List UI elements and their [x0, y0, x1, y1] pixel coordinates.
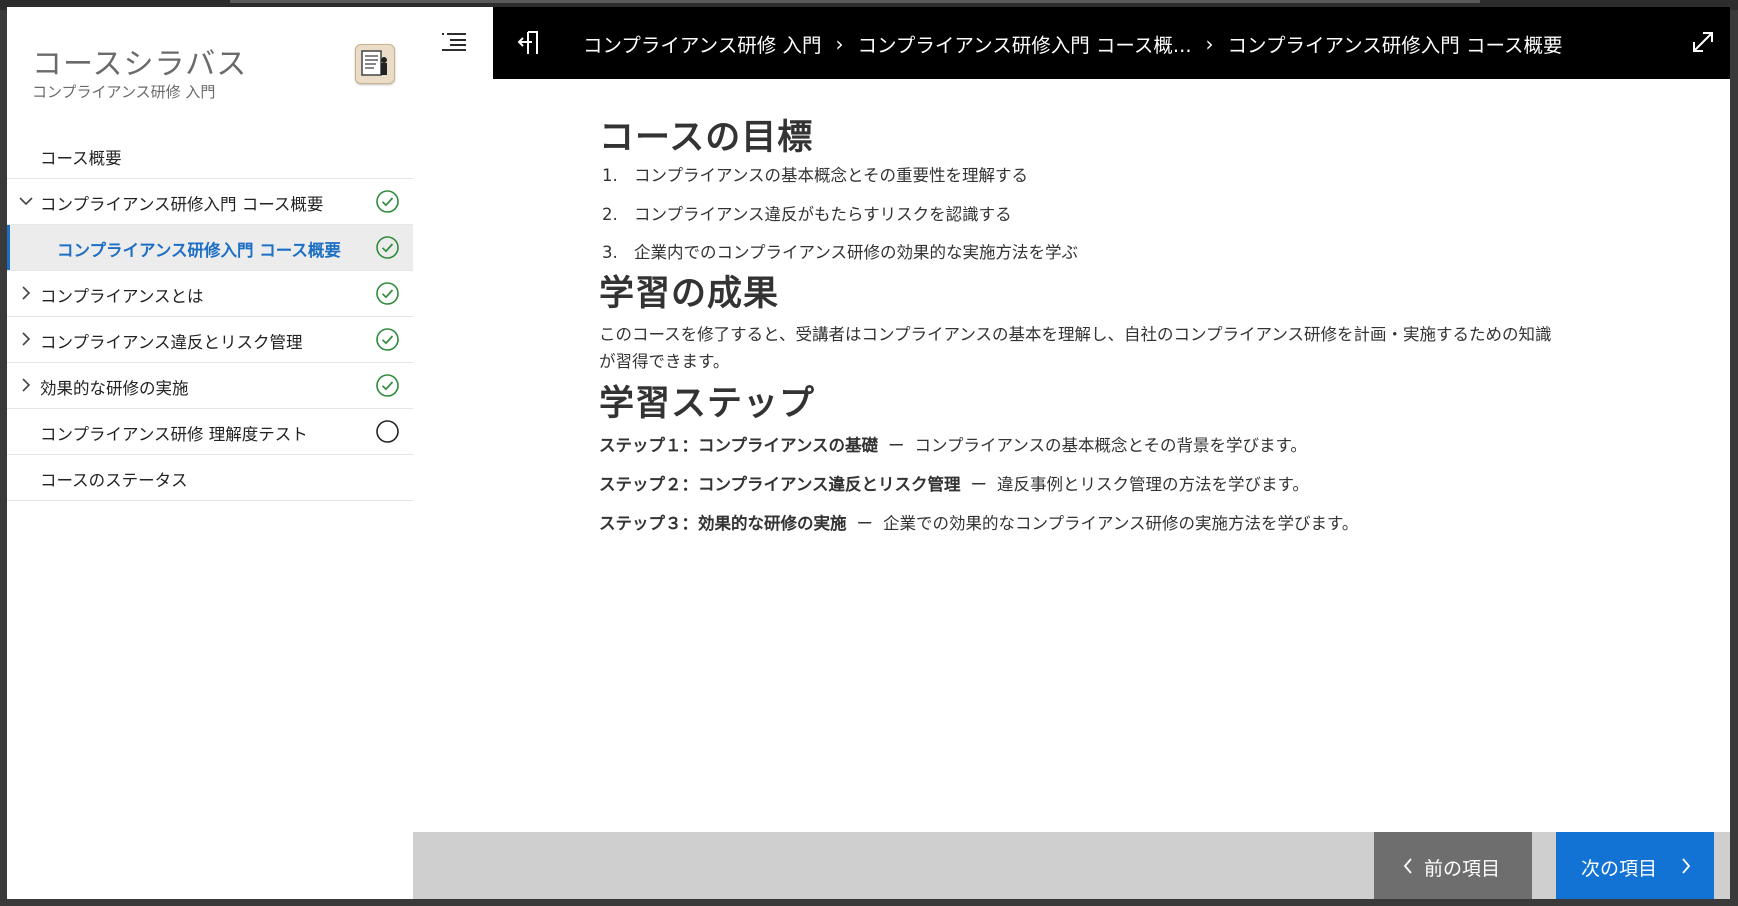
goal-item: 3. 企業内でのコンプライアンス研修の効果的な実施方法を学ぶ [599, 242, 1559, 264]
breadcrumb-section[interactable]: コンプライアンス研修入門 コース概... [857, 29, 1191, 58]
nav-item-course-status[interactable]: コースのステータス [7, 455, 413, 501]
nav-item-violations-risk[interactable]: コンプライアンス違反とリスク管理 [7, 317, 413, 363]
nav-item-comprehension-test[interactable]: コンプライアンス研修 理解度テスト [7, 409, 413, 455]
step-description: 違反事例とリスク管理の方法を学びます。 [997, 475, 1309, 494]
step-title: ステップ３：効果的な研修の実施 [599, 514, 847, 533]
nav-item-label: コンプライアンス違反とリスク管理 [40, 333, 303, 352]
empty-circle-icon [376, 420, 399, 443]
goal-item: 1. コンプライアンスの基本概念とその重要性を理解する [599, 165, 1559, 187]
top-bar: コンプライアンス研修 入門 › コンプライアンス研修入門 コース概... › コ… [413, 7, 1730, 79]
check-circle-icon [376, 374, 399, 397]
outcome-text: このコースを修了すると、受講者はコンプライアンスの基本を理解し、自社のコンプライ… [599, 325, 1552, 371]
step-dash: ー [888, 436, 905, 455]
nav-item-label: コンプライアンス研修入門 コース概要 [57, 241, 341, 260]
step-title: ステップ２：コンプライアンス違反とリスク管理 [599, 475, 961, 494]
step-dash: ー [970, 475, 988, 494]
nav-item-label: コースのステータス [40, 471, 188, 490]
steps-list: ステップ１：コンプライアンスの基礎ーコンプライアンスの基本概念とその背景を学びま… [599, 435, 1559, 535]
nav-item-label: コンプライアンス研修 理解度テスト [40, 425, 308, 444]
background-window-edge [230, 0, 1480, 3]
next-item-label: 次の項目 [1581, 858, 1658, 880]
menu-list-icon [442, 33, 466, 51]
sidebar-header: コースシラバス コンプライアンス研修 入門 [7, 7, 413, 117]
chevron-right-icon[interactable] [17, 330, 35, 348]
chevron-left-icon [1403, 858, 1412, 874]
sidebar-course-name: コンプライアンス研修 入門 [32, 83, 216, 101]
sidebar-title: コースシラバス [32, 47, 248, 82]
breadcrumb-separator: › [1205, 31, 1214, 56]
chevron-down-icon[interactable] [17, 192, 35, 210]
goal-text: 企業内でのコンプライアンス研修の効果的な実施方法を学ぶ [634, 243, 1079, 262]
goal-number: 1. [602, 166, 618, 185]
course-player-window: コースシラバス コンプライアンス研修 入門 コース概要 コンプライアンス研修入門… [7, 7, 1730, 899]
step-title: ステップ１：コンプライアンスの基礎 [599, 436, 879, 455]
step-item: ステップ３：効果的な研修の実施ー企業での効果的なコンプライアンス研修の実施方法を… [599, 513, 1559, 535]
nav-item-what-is-compliance[interactable]: コンプライアンスとは [7, 271, 413, 317]
nav-item-course-overview[interactable]: コース概要 [7, 133, 413, 179]
goal-text: コンプライアンス違反がもたらすリスクを認識する [634, 205, 1012, 224]
previous-item-label: 前の項目 [1424, 858, 1501, 880]
nav-item-label: 効果的な研修の実施 [40, 379, 189, 398]
check-circle-icon [376, 190, 399, 213]
exit-icon[interactable] [515, 27, 545, 59]
nav-item-label: コンプライアンス研修入門 コース概要 [40, 195, 324, 214]
next-item-button[interactable]: 次の項目 [1556, 832, 1714, 899]
nav-item-label: コース概要 [40, 149, 122, 168]
outcome-heading: 学習の成果 [599, 274, 780, 314]
goal-number: 3. [602, 243, 618, 262]
previous-item-button[interactable]: 前の項目 [1374, 832, 1532, 899]
nav-item-effective-training[interactable]: 効果的な研修の実施 [7, 363, 413, 409]
goal-number: 2. [602, 205, 618, 224]
step-description: コンプライアンスの基本概念とその背景を学びます。 [914, 436, 1307, 455]
nav-item-label: コンプライアンスとは [40, 287, 204, 306]
breadcrumb-current-page: コンプライアンス研修入門 コース概要 [1227, 34, 1563, 57]
lesson-body: コースの目標 1. コンプライアンスの基本概念とその重要性を理解する 2. コンプラ… [599, 117, 1559, 535]
course-syllabus-sidebar: コースシラバス コンプライアンス研修 入門 コース概要 コンプライアンス研修入門… [7, 7, 414, 899]
goal-item: 2. コンプライアンス違反がもたらすリスクを認識する [599, 204, 1559, 226]
check-circle-icon [376, 236, 399, 259]
goals-heading: コースの目標 [599, 118, 814, 158]
syllabus-nav: コース概要 コンプライアンス研修入門 コース概要 コンプライアンス研修入門 コー… [7, 133, 413, 501]
lesson-content: コースの目標 1. コンプライアンスの基本概念とその重要性を理解する 2. コンプラ… [413, 79, 1730, 832]
nav-item-intro-overview-current[interactable]: コンプライアンス研修入門 コース概要 [7, 225, 413, 271]
step-item: ステップ２：コンプライアンス違反とリスク管理ー違反事例とリスク管理の方法を学びま… [599, 474, 1559, 496]
goal-text: コンプライアンスの基本概念とその重要性を理解する [634, 166, 1029, 185]
step-item: ステップ１：コンプライアンスの基礎ーコンプライアンスの基本概念とその背景を学びま… [599, 435, 1559, 457]
chevron-right-icon[interactable] [17, 284, 35, 302]
chevron-right-icon [1682, 858, 1691, 874]
breadcrumb-separator: › [835, 31, 844, 56]
breadcrumb: コンプライアンス研修 入門 › コンプライアンス研修入門 コース概... › コ… [583, 29, 1563, 58]
breadcrumb-bar: コンプライアンス研修 入門 › コンプライアンス研修入門 コース概... › コ… [493, 7, 1730, 79]
expand-icon[interactable] [1689, 28, 1717, 56]
goals-list: 1. コンプライアンスの基本概念とその重要性を理解する 2. コンプライアンス違反が… [599, 165, 1559, 264]
course-logo [355, 44, 395, 84]
chevron-right-icon[interactable] [17, 376, 35, 394]
menu-toggle-button[interactable] [413, 7, 493, 79]
breadcrumb-course[interactable]: コンプライアンス研修 入門 [583, 29, 821, 58]
step-description: 企業での効果的なコンプライアンス研修の実施方法を学びます。 [883, 514, 1359, 533]
navigation-footer: 前の項目 次の項目 [413, 832, 1730, 899]
check-circle-icon [376, 282, 399, 305]
nav-item-intro-section[interactable]: コンプライアンス研修入門 コース概要 [7, 179, 413, 225]
check-circle-icon [376, 328, 399, 351]
step-dash: ー [856, 514, 874, 533]
steps-heading: 学習ステップ [599, 384, 816, 424]
